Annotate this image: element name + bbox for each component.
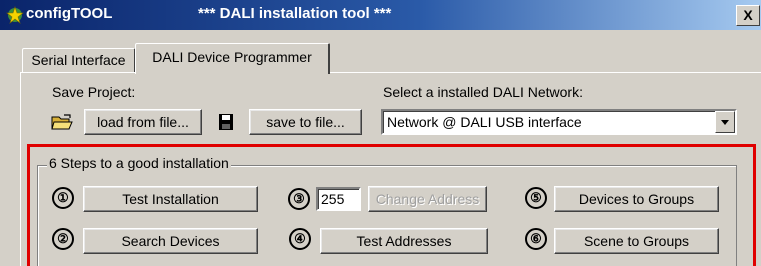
test-installation-button[interactable]: Test Installation <box>83 186 258 212</box>
save-to-file-button[interactable]: save to file... <box>249 109 362 135</box>
devices-to-groups-button[interactable]: Devices to Groups <box>554 186 719 212</box>
title-bar: configTOOL *** DALI installation tool **… <box>0 0 761 30</box>
step-5-marker: ⑤ <box>525 187 547 209</box>
step-6-marker: ⑥ <box>525 228 547 250</box>
dropdown-arrow-button[interactable] <box>715 111 735 133</box>
test-addresses-button[interactable]: Test Addresses <box>320 228 488 254</box>
step-1-marker: ① <box>52 187 74 209</box>
close-button[interactable]: X <box>736 5 760 26</box>
app-name: configTOOL <box>26 5 113 22</box>
load-from-file-button[interactable]: load from file... <box>84 109 202 135</box>
floppy-disk-icon[interactable] <box>218 113 234 131</box>
open-folder-icon[interactable] <box>51 113 73 131</box>
window-title: *** DALI installation tool *** <box>198 5 392 22</box>
save-project-label: Save Project: <box>52 84 136 100</box>
network-select[interactable]: Network @ DALI USB interface <box>381 109 737 135</box>
tab-dali-device-programmer[interactable]: DALI Device Programmer <box>135 43 330 74</box>
chevron-down-icon <box>721 120 729 125</box>
address-input[interactable]: 255 <box>316 187 361 211</box>
step-4-marker: ④ <box>289 228 311 250</box>
step-3-marker: ③ <box>288 188 310 210</box>
network-select-label: Select a installed DALI Network: <box>383 84 583 100</box>
app-star-icon <box>6 6 24 24</box>
tab-serial-interface[interactable]: Serial Interface <box>22 48 135 72</box>
step-2-marker: ② <box>52 228 74 250</box>
steps-legend: 6 Steps to a good installation <box>47 155 231 171</box>
network-select-value: Network @ DALI USB interface <box>387 114 582 130</box>
change-address-button[interactable]: Change Address <box>368 186 487 212</box>
scene-to-groups-button[interactable]: Scene to Groups <box>554 228 719 254</box>
search-devices-button[interactable]: Search Devices <box>83 228 258 254</box>
